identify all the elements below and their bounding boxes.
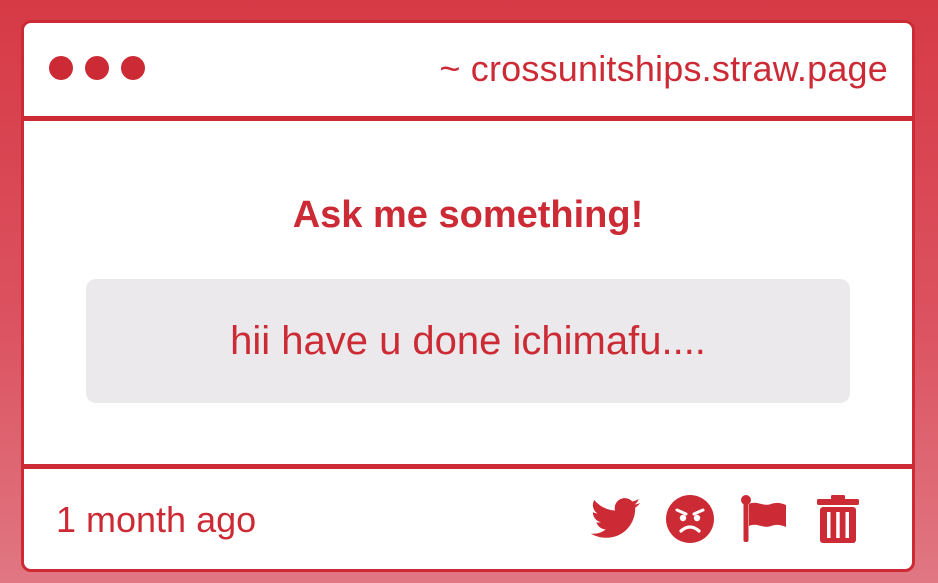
action-bar bbox=[590, 493, 864, 545]
flag-icon bbox=[739, 494, 789, 544]
window-dot-1 bbox=[49, 56, 73, 80]
question-text: hii have u done ichimafu.... bbox=[230, 318, 706, 363]
window-dots bbox=[49, 56, 145, 80]
timestamp: 1 month ago bbox=[56, 499, 257, 540]
angry-reaction-button[interactable] bbox=[664, 493, 716, 545]
card-header: ~ crossunitships.straw.page bbox=[24, 23, 912, 121]
report-flag-button[interactable] bbox=[738, 493, 790, 545]
page-url[interactable]: ~ crossunitships.straw.page bbox=[439, 48, 888, 90]
window-dot-3 bbox=[121, 56, 145, 80]
page-title: Ask me something! bbox=[292, 194, 644, 236]
ask-card: ~ crossunitships.straw.page Ask me somet… bbox=[21, 20, 915, 572]
delete-button[interactable] bbox=[812, 493, 864, 545]
card-body: Ask me something! hii have u done ichima… bbox=[24, 121, 912, 466]
twitter-bird-icon bbox=[591, 498, 641, 540]
card-footer: 1 month ago bbox=[24, 464, 912, 569]
window-dot-2 bbox=[85, 56, 109, 80]
twitter-share-button[interactable] bbox=[590, 493, 642, 545]
trash-icon bbox=[816, 494, 860, 544]
question-box: hii have u done ichimafu.... bbox=[86, 279, 850, 403]
angry-face-icon bbox=[665, 494, 715, 544]
